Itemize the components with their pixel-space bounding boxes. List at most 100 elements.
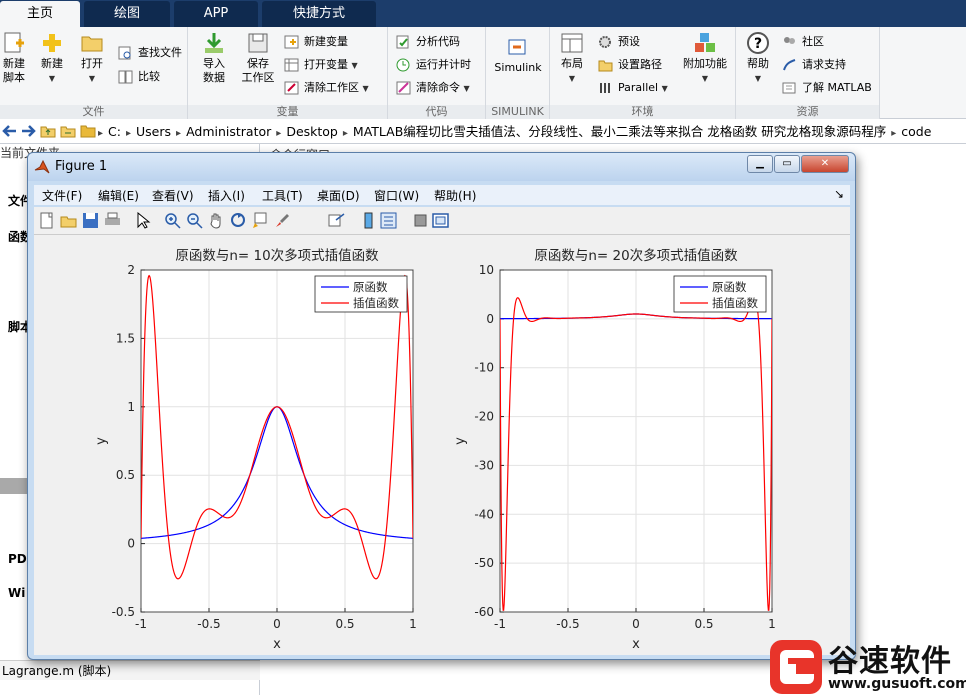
link-plot-icon[interactable] xyxy=(328,212,345,229)
y-tick-label: -60 xyxy=(474,605,494,619)
edit-plot-icon[interactable] xyxy=(134,212,151,229)
zoom-out-icon[interactable] xyxy=(186,212,203,229)
environment-group: 布局 ▼ 预设 设置路径 Parallel ▼ 附加功能 ▼ 环境 xyxy=(550,27,736,119)
hide-plot-tools-icon[interactable] xyxy=(412,212,429,229)
breadcrumb-item[interactable]: Desktop xyxy=(281,119,343,144)
parallel-button[interactable]: Parallel ▼ xyxy=(596,78,668,98)
import-data-button[interactable]: 导入 数据 xyxy=(198,31,230,85)
pan-hand-icon[interactable] xyxy=(208,212,225,229)
figure-window: Figure 1 ▁ ▭ ✕ 文件(F) 编辑(E) 查看(V) 插入(I) 工具(T)… xyxy=(27,152,856,660)
open-file-icon[interactable] xyxy=(60,212,77,229)
resources-group-label: 资源 xyxy=(736,105,879,119)
new-script-button[interactable]: 新建 脚本 xyxy=(0,31,28,85)
browse-folder-icon[interactable] xyxy=(60,123,76,139)
new-variable-button[interactable]: 新建变量 xyxy=(282,32,348,52)
figure-menu-item[interactable]: 插入(I) xyxy=(208,187,245,204)
brush-icon[interactable] xyxy=(274,212,291,229)
legend-label: 插值函数 xyxy=(353,296,399,310)
maximize-button[interactable]: ▭ xyxy=(774,155,800,173)
learn-icon xyxy=(782,82,796,94)
figure-menu-item[interactable]: 查看(V) xyxy=(152,187,194,204)
chart-2: -1 -0.5 0 0.5 1 -60 -50 -40 -30 -20 -10 0 10 原函数与n= 2… xyxy=(453,247,776,652)
back-arrow-icon[interactable] xyxy=(2,123,18,139)
figure-menu-item[interactable]: 帮助(H) xyxy=(434,187,476,204)
insert-legend-icon[interactable] xyxy=(380,212,397,229)
tab-plots[interactable]: 绘图 xyxy=(84,1,170,27)
up-folder-icon[interactable] xyxy=(40,123,56,139)
breadcrumb-item[interactable]: C: xyxy=(103,119,126,144)
close-button[interactable]: ✕ xyxy=(801,155,849,173)
simulink-group: Simulink SIMULINK xyxy=(486,27,550,119)
y-tick-label: -40 xyxy=(474,507,494,521)
help-button[interactable]: ? 帮助 ▼ xyxy=(740,31,776,86)
y-tick-label: 1 xyxy=(127,400,135,414)
analyze-code-button[interactable]: 分析代码 xyxy=(394,32,460,52)
learn-matlab-button[interactable]: 了解 MATLAB xyxy=(780,78,872,98)
layout-button[interactable]: 布局 ▼ xyxy=(554,31,590,86)
figure-menu-item[interactable]: 文件(F) xyxy=(42,187,82,204)
y-tick-label: -50 xyxy=(474,556,494,570)
file-details: Lagrange.m (脚本) xyxy=(0,660,260,680)
open-variable-button[interactable]: 打开变量 ▼ xyxy=(282,55,358,75)
rotate-3d-icon[interactable] xyxy=(230,212,247,229)
figure-menu-bar: 文件(F) 编辑(E) 查看(V) 插入(I) 工具(T) 桌面(D) 窗口(W) 帮助(H)… xyxy=(34,185,850,205)
plus-icon xyxy=(43,34,61,52)
print-icon[interactable] xyxy=(104,212,121,229)
set-path-button[interactable]: 设置路径 xyxy=(596,55,662,75)
figure-menu-item[interactable]: 编辑(E) xyxy=(98,187,139,204)
y-tick-label: -10 xyxy=(474,361,494,375)
x-tick-label: 1 xyxy=(768,617,776,631)
forward-arrow-icon[interactable] xyxy=(20,123,36,139)
figure-menu-item[interactable]: 窗口(W) xyxy=(374,187,419,204)
y-tick-label: -0.5 xyxy=(112,605,135,619)
compare-button[interactable]: 比较 xyxy=(116,67,160,87)
y-axis-label: y xyxy=(453,437,468,445)
minimize-button[interactable]: ▁ xyxy=(747,155,773,173)
insert-colorbar-icon[interactable] xyxy=(360,212,377,229)
preferences-button[interactable]: 预设 xyxy=(596,32,640,52)
simulink-button[interactable]: Simulink xyxy=(490,35,546,75)
layout-icon xyxy=(561,33,583,53)
code-group: 分析代码 运行并计时 清除命令 ▼ 代码 xyxy=(388,27,486,119)
breadcrumb-item[interactable]: code xyxy=(896,119,936,144)
show-plot-tools-icon[interactable] xyxy=(432,212,449,229)
x-tick-label: 0.5 xyxy=(694,617,713,631)
simulink-group-label: SIMULINK xyxy=(486,105,549,119)
file-group: 新建 脚本 新建 ▼ 打开 ▼ 查找文件 比较 文件 xyxy=(0,27,188,119)
import-icon xyxy=(205,33,223,53)
data-cursor-icon[interactable] xyxy=(252,212,269,229)
save-workspace-button[interactable]: 保存 工作区 xyxy=(238,31,278,85)
address-bar: ▸ C: ▸ Users ▸ Administrator ▸ Desktop ▸ MATLAB编程… xyxy=(0,119,966,144)
breadcrumb-item[interactable]: Users xyxy=(131,119,176,144)
save-icon[interactable] xyxy=(82,212,99,229)
open-button[interactable]: 打开 ▼ xyxy=(74,31,110,86)
tab-shortcuts[interactable]: 快捷方式 xyxy=(262,1,376,27)
find-files-button[interactable]: 查找文件 xyxy=(116,43,182,63)
figure-menu-item[interactable]: 桌面(D) xyxy=(317,187,360,204)
addons-button[interactable]: 附加功能 ▼ xyxy=(680,31,730,86)
tab-apps[interactable]: APP xyxy=(174,1,258,27)
addons-icon xyxy=(695,33,715,52)
new-figure-icon[interactable] xyxy=(38,212,55,229)
y-tick-label: 2 xyxy=(127,263,135,277)
breadcrumb-item[interactable]: MATLAB编程切比雪夫插值法、分段线性、最小二乘法等来拟合 龙格函数 研究龙格… xyxy=(348,119,891,144)
tab-home[interactable]: 主页 xyxy=(0,1,80,27)
clear-commands-button[interactable]: 清除命令 ▼ xyxy=(394,78,470,98)
community-button[interactable]: 社区 xyxy=(780,32,824,52)
variable-group-label: 变量 xyxy=(188,105,387,119)
find-files-icon xyxy=(118,46,131,60)
request-support-button[interactable]: 请求支持 xyxy=(780,55,846,75)
y-tick-label: 10 xyxy=(479,263,494,277)
side-label-wi: Wi xyxy=(8,586,26,600)
figure-menu-item[interactable]: 工具(T) xyxy=(262,187,303,204)
breadcrumb-item[interactable]: Administrator xyxy=(181,119,276,144)
new-button[interactable]: 新建 ▼ xyxy=(34,31,70,86)
y-tick-label: -20 xyxy=(474,410,494,424)
dock-arrow-icon[interactable]: ↘ xyxy=(834,187,844,201)
run-and-time-button[interactable]: 运行并计时 xyxy=(394,55,471,75)
clear-workspace-button[interactable]: 清除工作区 ▼ xyxy=(282,78,369,98)
zoom-in-icon[interactable] xyxy=(164,212,181,229)
figure-title-bar[interactable]: Figure 1 ▁ ▭ ✕ xyxy=(28,153,855,181)
breadcrumb: ▸ C: ▸ Users ▸ Administrator ▸ Desktop ▸ MATLAB编程… xyxy=(98,119,936,144)
x-tick-label: 1 xyxy=(409,617,417,631)
